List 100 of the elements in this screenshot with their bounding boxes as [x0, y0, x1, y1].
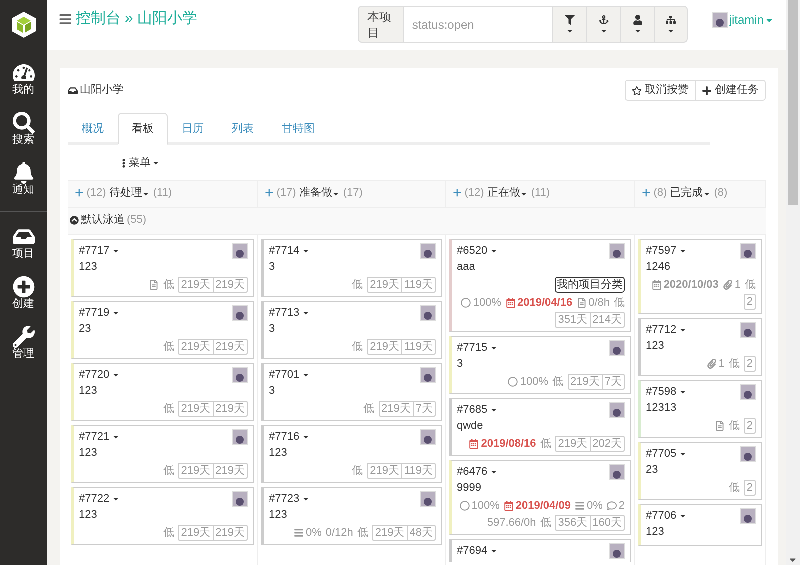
column-count: (17) — [343, 186, 363, 202]
task-id[interactable]: #7597 — [646, 242, 687, 258]
task-card[interactable]: #7713 3 低 219天 119天 — [261, 300, 442, 358]
priority-label: 低 — [352, 340, 364, 354]
column-count: (12) — [464, 186, 484, 202]
task-card[interactable]: #7712 123 1 低 2 — [638, 318, 762, 376]
avatar-placeholder — [609, 464, 625, 480]
column-count: (11) — [531, 186, 550, 202]
task-id[interactable]: #7719 — [79, 304, 120, 320]
task-card[interactable]: #7717 123 低 219天 219天 — [71, 238, 254, 296]
task-id[interactable]: #6520 — [457, 242, 498, 258]
task-card[interactable]: #7721 123 低 219天 219天 — [71, 424, 254, 482]
project-title: 山阳小学 — [80, 83, 124, 98]
task-card[interactable]: #6520 aaa 我的项目分类 100% 2019/04/16 0/8h 低 351天 214天 — [449, 238, 631, 332]
age-text: 219天 — [180, 278, 212, 292]
task-card[interactable]: #7720 123 低 219天 219天 — [71, 362, 254, 420]
task-id[interactable]: #7717 — [79, 242, 120, 258]
sitemap-button[interactable] — [654, 6, 688, 43]
avatar-placeholder — [232, 490, 248, 506]
task-id[interactable]: #7720 — [79, 366, 120, 382]
sidebar-item[interactable]: 管理 — [12, 322, 34, 366]
task-card[interactable]: #7685 qwde 2019/08/16 低 219天 202天 — [449, 398, 631, 456]
task-card[interactable]: #7719 23 低 219天 219天 — [71, 300, 254, 358]
task-card[interactable]: #7714 3 低 219天 119天 — [261, 238, 442, 296]
task-title: 123 — [79, 446, 98, 460]
tab[interactable]: 列表 — [218, 113, 268, 145]
task-meta: 0/8h — [588, 296, 610, 310]
column-title[interactable]: 待处理 — [109, 185, 150, 202]
tab[interactable]: 概况 — [68, 113, 118, 145]
task-id[interactable]: #7712 — [646, 322, 687, 338]
menu-icon[interactable] — [59, 12, 72, 26]
priority-label: 低 — [163, 526, 174, 540]
task-meta: 597.66/0h — [487, 516, 536, 530]
priority-label: 低 — [163, 402, 174, 416]
priority-label: 低 — [163, 340, 174, 354]
task-id[interactable]: #7715 — [457, 340, 498, 356]
sidebar-item[interactable]: 创建 — [12, 272, 34, 316]
wrench-icon — [12, 326, 34, 348]
avatar-placeholder — [609, 542, 625, 558]
task-card[interactable]: #7598 12313 低 2 — [638, 380, 762, 438]
sidebar-item[interactable]: 项目 — [12, 222, 34, 266]
create-task-button[interactable]: 创建任务 — [695, 81, 765, 100]
tab[interactable]: 甘特图 — [268, 113, 329, 145]
avatar-placeholder — [740, 384, 756, 400]
task-card[interactable]: #7597 1246 2020/10/03 1 低 2 — [638, 238, 762, 314]
task-card[interactable]: #7715 3 100% 低 219天 7天 — [449, 336, 631, 394]
filter-button[interactable] — [552, 6, 586, 43]
sidebar-item[interactable]: 搜索 — [12, 108, 34, 152]
unstar-button[interactable]: 取消按赞 — [626, 81, 695, 100]
anchor-button[interactable] — [586, 6, 620, 43]
task-id[interactable]: #7705 — [646, 446, 687, 462]
task-id[interactable]: #7598 — [646, 384, 687, 400]
tab[interactable]: 日历 — [168, 113, 218, 145]
task-card[interactable]: #6476 9999 100% 2019/04/09 0% 2 597.66/0h 低 356天 160天 — [449, 460, 631, 534]
task-id[interactable]: #7713 — [269, 304, 310, 320]
task-card[interactable]: #7723 123 0% 0/12h 低 219天 48天 — [261, 486, 442, 544]
task-card[interactable]: #7694 — [449, 538, 631, 562]
age-text: 219天 — [212, 402, 247, 416]
user-button[interactable] — [620, 6, 654, 43]
sidebar-item[interactable]: 通知 — [12, 158, 34, 202]
age-text: 219天 — [369, 464, 400, 478]
task-card[interactable]: #7705 23 低 2 — [638, 442, 762, 500]
board-menu-button[interactable]: 菜单 — [120, 155, 160, 172]
due-date: 2019/04/09 — [516, 498, 571, 514]
task-id[interactable]: #7722 — [79, 490, 120, 506]
collapse-icon[interactable] — [70, 216, 79, 225]
avatar-placeholder — [420, 428, 436, 444]
calendar-icon — [506, 298, 516, 308]
column-title[interactable]: 准备做 — [299, 185, 340, 202]
task-id[interactable]: #7714 — [269, 242, 310, 258]
age-text: 2 — [746, 418, 754, 432]
age-text: 119天 — [401, 340, 435, 354]
search-scope: 本项目 — [358, 6, 404, 43]
scrollbar[interactable] — [786, 0, 800, 565]
sidebar-label: 我的 — [12, 84, 34, 98]
column-title[interactable]: 已完成 — [670, 185, 712, 202]
avatar-placeholder — [609, 340, 625, 356]
task-id[interactable]: #7694 — [457, 542, 498, 558]
task-id[interactable]: #7723 — [269, 490, 310, 506]
task-title: 123 — [79, 384, 98, 398]
task-id[interactable]: #6476 — [457, 464, 498, 480]
tab[interactable]: 看板 — [118, 113, 168, 145]
task-meta: 100% — [472, 498, 500, 514]
task-card[interactable]: #7706 123 — [638, 504, 762, 546]
avatar-placeholder — [609, 402, 625, 418]
column-title[interactable]: 正在做 — [487, 185, 528, 202]
task-id[interactable]: #7706 — [646, 508, 687, 524]
task-id[interactable]: #7716 — [269, 428, 310, 444]
search-field[interactable]: status:open — [404, 6, 552, 43]
sidebar-item[interactable]: 我的 — [12, 58, 34, 102]
age-text: 219天 — [212, 278, 247, 292]
task-id[interactable]: #7685 — [457, 402, 498, 418]
column-count: (12) — [86, 186, 106, 202]
task-card[interactable]: #7722 123 低 219天 219天 — [71, 486, 254, 544]
cube-logo-icon — [10, 11, 36, 39]
task-id[interactable]: #7721 — [79, 428, 120, 444]
sidebar-label: 通知 — [12, 184, 34, 198]
task-card[interactable]: #7701 3 低 219天 7天 — [261, 362, 442, 420]
task-id[interactable]: #7701 — [269, 366, 310, 382]
task-card[interactable]: #7716 123 低 219天 119天 — [261, 424, 442, 482]
